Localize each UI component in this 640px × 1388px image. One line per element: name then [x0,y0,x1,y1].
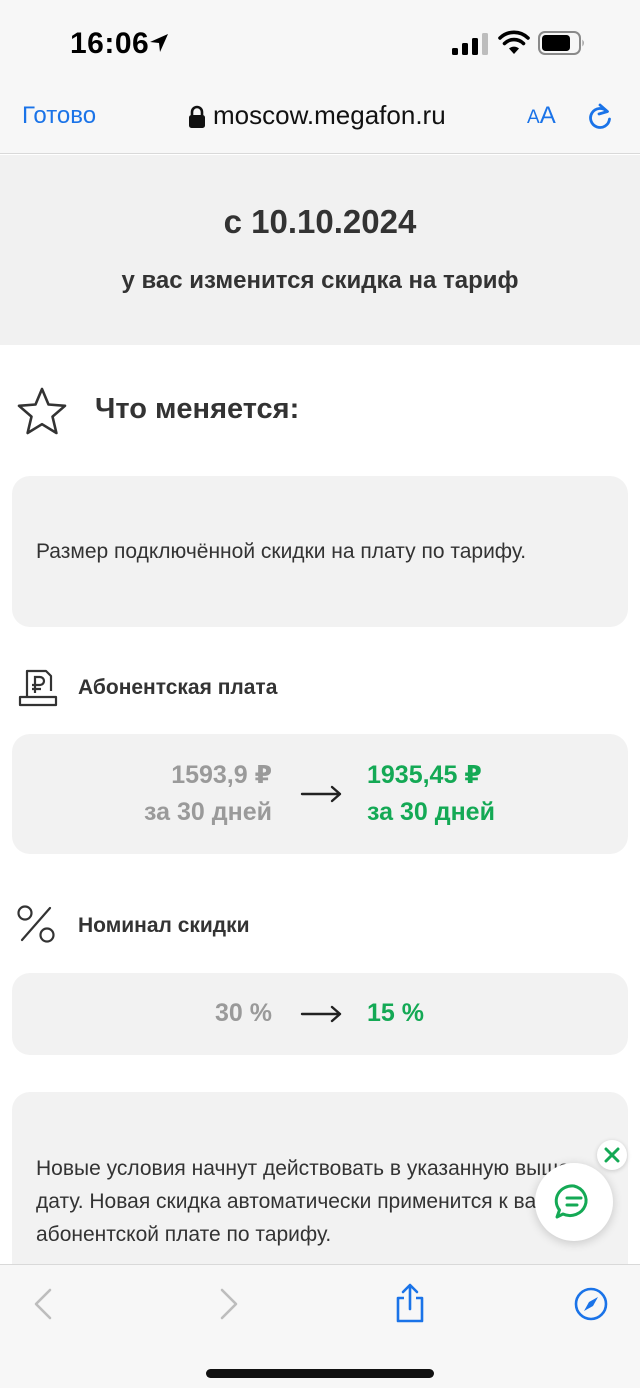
section-title: Что меняется: [95,393,300,425]
arrow-right-icon [300,785,342,803]
chevron-left-icon[interactable] [32,1287,54,1321]
change-description-card: Размер подключённой скидки на плату по т… [12,476,628,627]
notice-text: Новые условия начнут действовать в указа… [36,1157,577,1246]
star-icon [17,387,67,435]
subscription-fee-title: Абонентская плата [78,676,278,699]
change-description: Размер подключённой скидки на плату по т… [36,540,527,563]
location-arrow-icon [150,34,168,52]
subscription-fee-card: 1593,9 ₽ за 30 дней 1935,45 ₽ за 30 дней [12,734,628,854]
discount-card: 30 % 15 % [12,973,628,1055]
browser-toolbar [0,1264,640,1388]
home-indicator [206,1369,434,1378]
text-size-button[interactable]: AA [527,102,556,130]
ruble-receipt-icon [18,669,58,707]
cellular-signal-icon [452,33,488,55]
wifi-icon [498,30,530,54]
old-fee-period: за 30 дней [144,798,272,826]
close-icon [604,1147,620,1163]
done-button[interactable]: Готово [22,102,96,130]
text-size-small-label: A [527,107,540,128]
banner-subtitle: у вас изменится скидка на тариф [121,267,519,294]
chat-close-button[interactable] [597,1140,627,1170]
arrow-right-icon [300,1005,342,1023]
date-banner: с 10.10.2024 у вас изменится скидка на т… [0,155,640,345]
chevron-right-icon[interactable] [218,1287,240,1321]
status-bar: 16:06 [0,0,640,80]
browser-address-bar: Готово moscow.megafon.ru AA [0,80,640,154]
change-date: с 10.10.2024 [223,203,417,240]
new-fee: 1935,45 ₽ за 30 дней [367,757,495,831]
share-icon[interactable] [394,1283,426,1323]
text-size-large-label: A [539,102,556,129]
discount-title: Номинал скидки [78,914,250,937]
reload-icon[interactable] [586,102,614,132]
percent-icon [17,905,55,943]
new-fee-amount: 1935,45 ₽ [367,761,482,789]
compass-icon[interactable] [574,1287,608,1321]
chat-icon [554,1184,588,1219]
new-discount: 15 % [367,999,424,1027]
battery-icon [538,31,584,55]
old-discount: 30 % [215,999,272,1027]
new-fee-period: за 30 дней [367,798,495,826]
url-text[interactable]: moscow.megafon.ru [213,100,446,131]
old-fee: 1593,9 ₽ за 30 дней [144,757,272,831]
old-fee-amount: 1593,9 ₽ [171,761,272,789]
status-time: 16:06 [70,27,150,60]
lock-icon [189,105,205,128]
chat-button[interactable] [535,1163,613,1241]
